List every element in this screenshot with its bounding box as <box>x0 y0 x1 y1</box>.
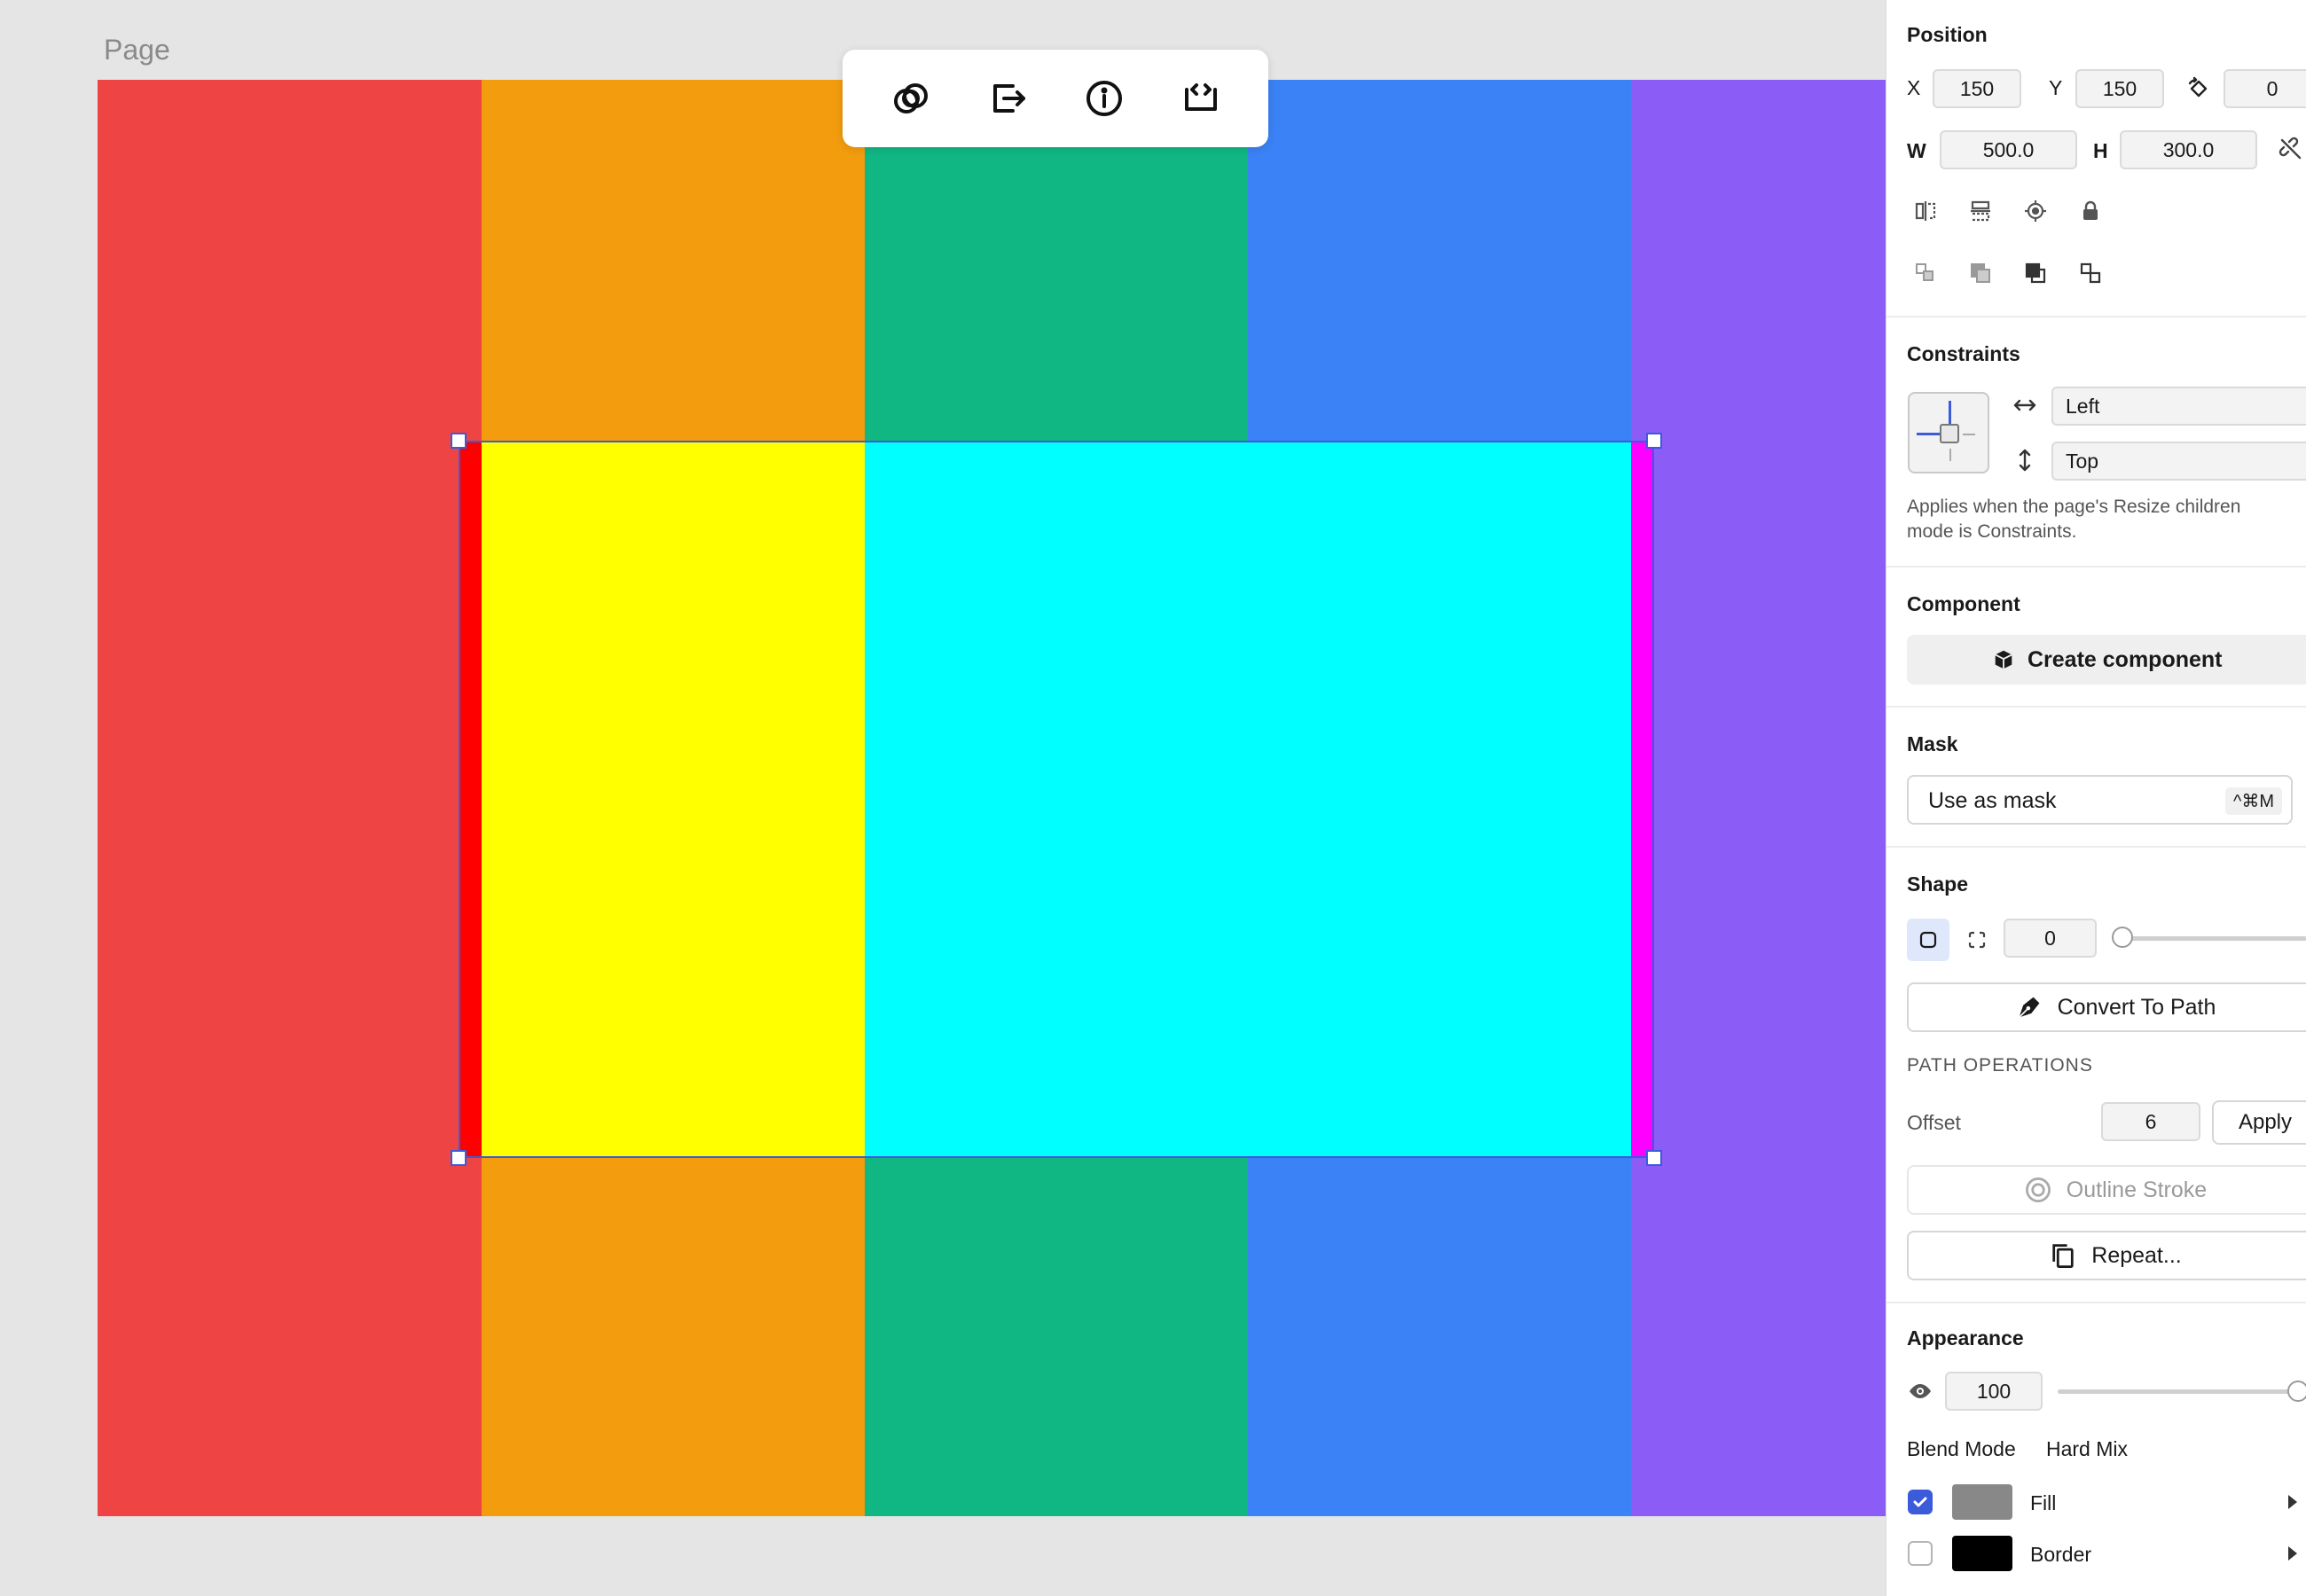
repeat-button[interactable]: Repeat... <box>1907 1231 2306 1280</box>
stripe-purple[interactable] <box>1631 80 1886 1516</box>
constraint-box <box>1940 424 1959 443</box>
create-component-button[interactable]: Create component <box>1907 635 2306 685</box>
shape-title: Shape <box>1907 872 1969 896</box>
constraints-note: Applies when the page's Resize children … <box>1907 497 2241 542</box>
mask-shortcut: ^⌘M <box>2224 787 2282 815</box>
lock-icon[interactable] <box>2076 197 2105 225</box>
inspector-panel: Position X 150 Y 150 0 W 500.0 H 300.0 C… <box>1886 0 2306 1596</box>
boolean-icon[interactable] <box>880 67 942 129</box>
fill-expand-icon[interactable] <box>2288 1495 2297 1509</box>
cube-icon <box>1992 648 2015 671</box>
vertical-constraint-select[interactable]: Top <box>2051 442 2306 481</box>
border-label: Border <box>2030 1543 2092 1566</box>
selection-outline <box>459 441 1654 1158</box>
pen-icon <box>2015 993 2043 1021</box>
divider <box>1886 846 2306 848</box>
info-icon[interactable] <box>1073 67 1135 129</box>
copy-icon <box>2049 1241 2077 1270</box>
rotation-input[interactable]: 0 <box>2224 69 2306 108</box>
bring-forward-icon[interactable] <box>2076 259 2105 287</box>
fill-label: Fill <box>2030 1491 2057 1514</box>
floating-toolbar <box>843 50 1268 147</box>
horizontal-constraint-select[interactable]: Left <box>2051 387 2306 426</box>
appearance-title: Appearance <box>1907 1326 2024 1350</box>
use-as-mask-button[interactable]: Use as mask ^⌘M <box>1907 775 2293 825</box>
divider <box>1886 706 2306 708</box>
stripe-red[interactable] <box>98 80 482 1516</box>
resize-handle-top-left[interactable] <box>451 433 467 449</box>
fill-checkbox[interactable] <box>1908 1490 1933 1514</box>
h-label: H <box>2093 139 2108 162</box>
bring-to-front-icon[interactable] <box>2021 259 2050 287</box>
opacity-slider[interactable] <box>2058 1389 2306 1394</box>
rounded-square-icon <box>1918 929 1939 951</box>
rotation-icon <box>2184 74 2213 103</box>
page-label: Page <box>104 34 170 66</box>
resize-handle-top-right[interactable] <box>1646 433 1662 449</box>
apply-offset-button[interactable]: Apply <box>2212 1100 2306 1145</box>
height-input[interactable]: 300.0 <box>2120 130 2257 169</box>
fill-color-swatch[interactable] <box>1952 1484 2012 1520</box>
position-title: Position <box>1907 23 1988 46</box>
send-to-back-icon[interactable] <box>1966 259 1995 287</box>
export-icon[interactable] <box>977 67 1039 129</box>
divider <box>1886 566 2306 567</box>
use-as-mask-label: Use as mask <box>1928 788 2057 813</box>
code-icon[interactable] <box>1170 67 1232 129</box>
horizontal-arrows-icon <box>2011 391 2039 419</box>
constraints-widget[interactable] <box>1908 392 1989 473</box>
constraints-title: Constraints <box>1907 342 2020 365</box>
rounded-corner-toggle[interactable] <box>1907 919 1949 961</box>
y-input[interactable]: 150 <box>2075 69 2164 108</box>
convert-to-path-label: Convert To Path <box>2057 994 2216 1020</box>
corner-radius-slider[interactable] <box>2121 936 2306 941</box>
resize-handle-bottom-right[interactable] <box>1646 1150 1662 1166</box>
unlink-ratio-icon[interactable] <box>2277 135 2305 163</box>
blend-mode-label: Blend Mode <box>1907 1437 2016 1460</box>
vertical-arrows-icon <box>2011 446 2039 474</box>
canvas[interactable]: Page <box>0 0 1886 1596</box>
component-title: Component <box>1907 592 2020 615</box>
corner-radius-input[interactable]: 0 <box>2004 919 2097 958</box>
constraint-bottom-line[interactable] <box>1949 449 1951 461</box>
corners-icon <box>1966 929 1988 951</box>
offset-label: Offset <box>1907 1111 1961 1134</box>
mask-title: Mask <box>1907 732 1958 755</box>
outline-stroke-button[interactable]: Outline Stroke <box>1907 1165 2306 1215</box>
offset-input[interactable]: 6 <box>2101 1102 2200 1141</box>
resize-handle-bottom-left[interactable] <box>451 1150 467 1166</box>
path-operations-title: PATH OPERATIONS <box>1907 1055 2093 1076</box>
convert-to-path-button[interactable]: Convert To Path <box>1907 982 2306 1032</box>
border-expand-icon[interactable] <box>2288 1546 2297 1561</box>
flip-vertical-icon[interactable] <box>1966 197 1995 225</box>
y-label: Y <box>2049 76 2063 99</box>
border-checkbox[interactable] <box>1908 1541 1933 1566</box>
independent-corners-toggle[interactable] <box>1956 919 1998 961</box>
eye-icon[interactable] <box>1906 1377 1934 1405</box>
outline-ring-icon <box>2024 1176 2052 1204</box>
w-label: W <box>1907 139 1926 162</box>
flip-horizontal-icon[interactable] <box>1911 197 1940 225</box>
constraint-top-line[interactable] <box>1949 401 1951 426</box>
outline-stroke-label: Outline Stroke <box>2066 1177 2208 1202</box>
x-input[interactable]: 150 <box>1933 69 2021 108</box>
divider <box>1886 316 2306 317</box>
x-label: X <box>1907 76 1921 99</box>
width-input[interactable]: 500.0 <box>1940 130 2077 169</box>
constraint-right-line[interactable] <box>1963 434 1975 435</box>
create-component-label: Create component <box>2028 646 2223 672</box>
blend-mode-select[interactable]: Hard Mix <box>2046 1437 2128 1461</box>
border-color-swatch[interactable] <box>1952 1536 2012 1571</box>
opacity-input[interactable]: 100 <box>1945 1372 2043 1411</box>
check-icon <box>1911 1493 1929 1511</box>
send-backward-icon[interactable] <box>1911 259 1940 287</box>
constraint-left-line[interactable] <box>1917 433 1940 435</box>
target-icon[interactable] <box>2021 197 2050 225</box>
repeat-label: Repeat... <box>2091 1242 2182 1268</box>
divider <box>1886 1302 2306 1303</box>
corner-radius-slider-thumb[interactable] <box>2112 927 2133 948</box>
opacity-slider-thumb[interactable] <box>2287 1381 2306 1402</box>
